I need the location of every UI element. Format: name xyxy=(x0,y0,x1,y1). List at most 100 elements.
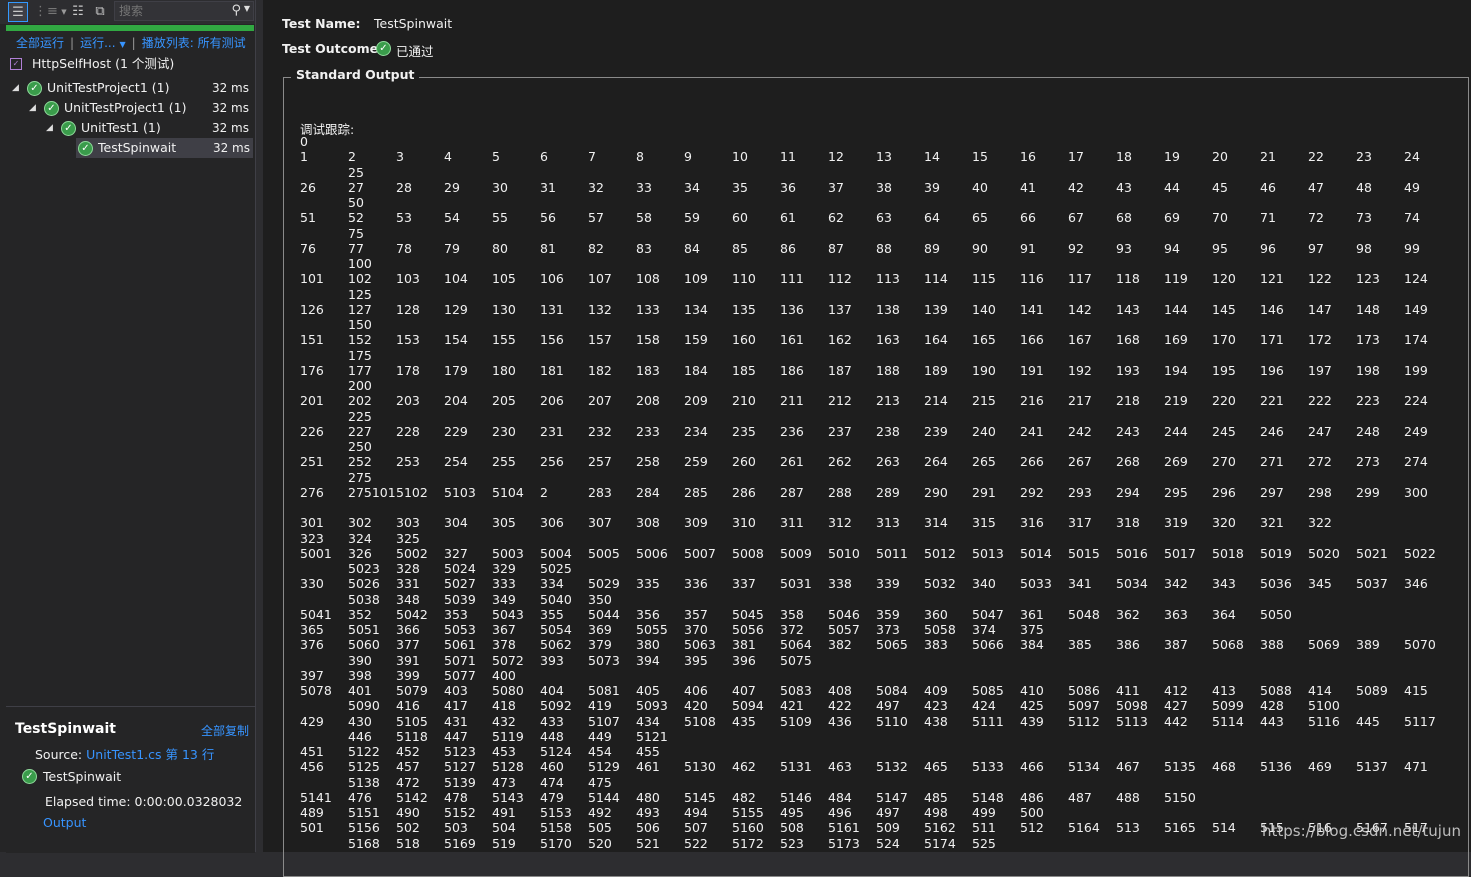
expand-arrow-icon[interactable]: ◢ xyxy=(46,118,53,138)
output-value: 142 xyxy=(1068,301,1092,317)
output-value: 103 xyxy=(396,271,420,287)
output-value: 430 xyxy=(348,713,372,729)
output-value: 5027 xyxy=(444,576,476,592)
output-value: 390 xyxy=(348,652,372,668)
output-value: 180 xyxy=(492,362,516,378)
output-value: 387 xyxy=(1164,637,1188,653)
output-value: 358 xyxy=(780,606,804,622)
output-value: 484 xyxy=(828,789,852,805)
output-value: 271 xyxy=(1260,454,1284,470)
output-value: 15 xyxy=(972,149,988,165)
output-value: 5069 xyxy=(1308,637,1340,653)
expand-arrow-icon[interactable]: ◢ xyxy=(12,78,19,98)
output-value: 5009 xyxy=(780,545,812,561)
output-value: 5062 xyxy=(540,637,572,653)
output-value: 5079 xyxy=(396,683,428,698)
chevron-down-icon[interactable]: ▼ xyxy=(244,4,250,13)
output-value: 49 xyxy=(1404,179,1420,195)
output-value: 116 xyxy=(1020,271,1044,287)
tree-row[interactable]: ◢ ✓ UnitTest1 (1) 32 ms xyxy=(0,118,255,138)
pane-splitter[interactable] xyxy=(255,0,263,852)
output-value: 5065 xyxy=(876,637,908,653)
output-value: 20 xyxy=(1212,149,1228,165)
playlist-link[interactable]: 播放列表: 所有测试 xyxy=(142,36,246,50)
output-value: 129 xyxy=(444,301,468,317)
tree-row[interactable]: ◢ ✓ UnitTestProject1 (1) 32 ms xyxy=(0,98,255,118)
output-value: 500 xyxy=(1020,805,1044,820)
output-value: 346 xyxy=(1404,576,1428,592)
output-value: 383 xyxy=(924,637,948,653)
output-value: 5146 xyxy=(780,789,812,805)
output-value: 84 xyxy=(684,240,700,256)
output-value: 415 xyxy=(1404,683,1428,698)
output-value: 494 xyxy=(684,805,708,820)
output-value: 5132 xyxy=(876,759,908,775)
test-name-label: Test Name: xyxy=(282,16,361,31)
chevron-down-icon[interactable]: ▼ xyxy=(120,40,126,49)
output-value: 178 xyxy=(396,362,420,378)
expand-arrow-icon[interactable]: ◢ xyxy=(29,98,36,118)
hierarchy-icon[interactable]: ⋮≡ xyxy=(34,2,58,22)
output-value: 397 xyxy=(300,667,324,683)
output-value: 5043 xyxy=(492,606,524,622)
search-icon[interactable]: ⚲ xyxy=(231,3,241,18)
output-value: 3 xyxy=(396,149,404,165)
copy-all-link[interactable]: 全部复制 xyxy=(201,722,249,739)
output-value: 245 xyxy=(1212,423,1236,439)
output-value: 9 xyxy=(684,149,692,165)
output-value: 5040 xyxy=(540,591,572,607)
output-value: 18 xyxy=(1116,149,1132,165)
group-by-icon[interactable]: ☰ xyxy=(8,2,28,22)
output-value: 5173 xyxy=(828,835,860,851)
run-link[interactable]: 运行... xyxy=(80,36,115,50)
output-value: 355 xyxy=(540,606,564,622)
output-value: 5068 xyxy=(1212,637,1244,653)
output-value: 304 xyxy=(444,515,468,531)
search-input[interactable] xyxy=(115,2,231,20)
output-value: 157 xyxy=(588,332,612,348)
passed-icon: ✓ xyxy=(78,141,93,156)
output-value: 398 xyxy=(348,667,372,683)
output-value: 404 xyxy=(540,683,564,698)
window-icon[interactable]: ⧉ xyxy=(90,2,110,22)
output-value: 171 xyxy=(1260,332,1284,348)
output-line: 5138 472 5139 473 474 475 xyxy=(300,775,1460,790)
output-value: 303 xyxy=(396,515,420,531)
output-value: 276 xyxy=(300,484,324,500)
tree-row-selected[interactable]: ✓ TestSpinwait 32 ms xyxy=(76,138,253,158)
output-value: 98 xyxy=(1356,240,1372,256)
output-value: 5044 xyxy=(588,606,620,622)
output-value: 523 xyxy=(780,835,804,851)
output-value: 40 xyxy=(972,179,988,195)
output-value: 357 xyxy=(684,606,708,622)
output-value: 1 xyxy=(300,149,308,165)
output-value: 422 xyxy=(828,698,852,714)
tree-row[interactable]: ◢ ✓ UnitTestProject1 (1) 32 ms xyxy=(0,78,255,98)
output-link[interactable]: Output xyxy=(43,815,86,830)
output-value: 5164 xyxy=(1068,820,1100,836)
output-value: 10 xyxy=(732,149,748,165)
search-box[interactable]: ⚲ ▼ xyxy=(114,1,254,21)
output-value: 461 xyxy=(636,759,660,775)
output-value: 525 xyxy=(972,835,996,851)
output-value: 230 xyxy=(492,423,516,439)
output-value: 5071 xyxy=(444,652,476,668)
output-value: 509 xyxy=(876,820,900,836)
output-value: 381 xyxy=(732,637,756,653)
output-line: 456 5125 457 5127 5128 460 5129 461 5130 462 5131 4… xyxy=(300,759,1460,774)
standard-output-text[interactable]: 调试跟踪: 0 1 2 3 4 5 6 7 8 9 10 11 12 13 14 15 16 17 18 19 20 21… xyxy=(300,116,1460,852)
output-value: 5104 xyxy=(492,484,524,500)
output-value: 100 xyxy=(348,256,372,271)
run-all-link[interactable]: 全部运行 xyxy=(16,36,64,50)
output-value: 183 xyxy=(636,362,660,378)
output-value: 322 xyxy=(1308,515,1332,531)
tree-root[interactable]: ✓ HttpSelfHost (1 个测试) xyxy=(0,54,255,74)
output-value: 5155 xyxy=(732,805,764,820)
run-bar: 全部运行 | 运行... ▼ | 播放列表: 所有测试 xyxy=(16,34,246,51)
playlist-icon[interactable]: ☷ xyxy=(68,2,88,22)
test-outcome-value: 已通过 xyxy=(396,44,434,59)
output-value: 5135 xyxy=(1164,759,1196,775)
source-link[interactable]: UnitTest1.cs 第 13 行 xyxy=(86,747,214,762)
output-value: 435 xyxy=(732,713,756,729)
output-value: 309 xyxy=(684,515,708,531)
